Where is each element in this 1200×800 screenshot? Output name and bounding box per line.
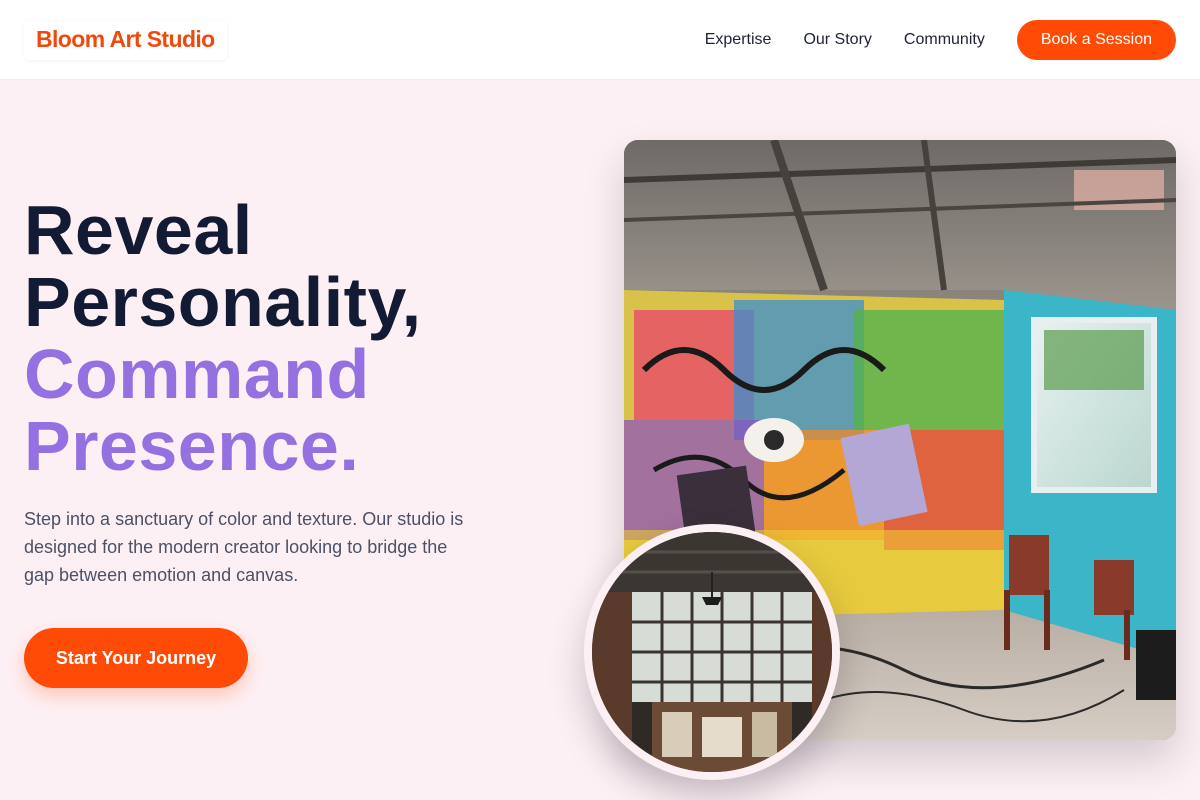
headline-line-reveal: Reveal — [24, 191, 253, 269]
hero-section: Reveal Personality, Command Presence. St… — [0, 81, 1200, 800]
start-journey-button[interactable]: Start Your Journey — [24, 628, 248, 688]
book-session-button[interactable]: Book a Session — [1016, 19, 1176, 60]
site-header: Bloom Art Studio Expertise Our Story Com… — [0, 0, 1200, 80]
nav-link-community[interactable]: Community — [904, 31, 985, 49]
studio-loft-circle-image — [584, 524, 840, 780]
headline-line-command: Command — [24, 335, 370, 413]
nav-link-expertise[interactable]: Expertise — [705, 31, 772, 49]
nav-link-our-story[interactable]: Our Story — [803, 31, 871, 49]
hero-headline: Reveal Personality, Command Presence. — [24, 194, 584, 482]
headline-line-personality: Personality, — [24, 263, 422, 341]
hero-description: Step into a sanctuary of color and textu… — [24, 509, 464, 585]
brand-logo[interactable]: Bloom Art Studio — [24, 19, 227, 60]
main-nav: Expertise Our Story Community Book a Ses… — [705, 19, 1176, 60]
headline-line-presence: Presence. — [24, 407, 360, 485]
